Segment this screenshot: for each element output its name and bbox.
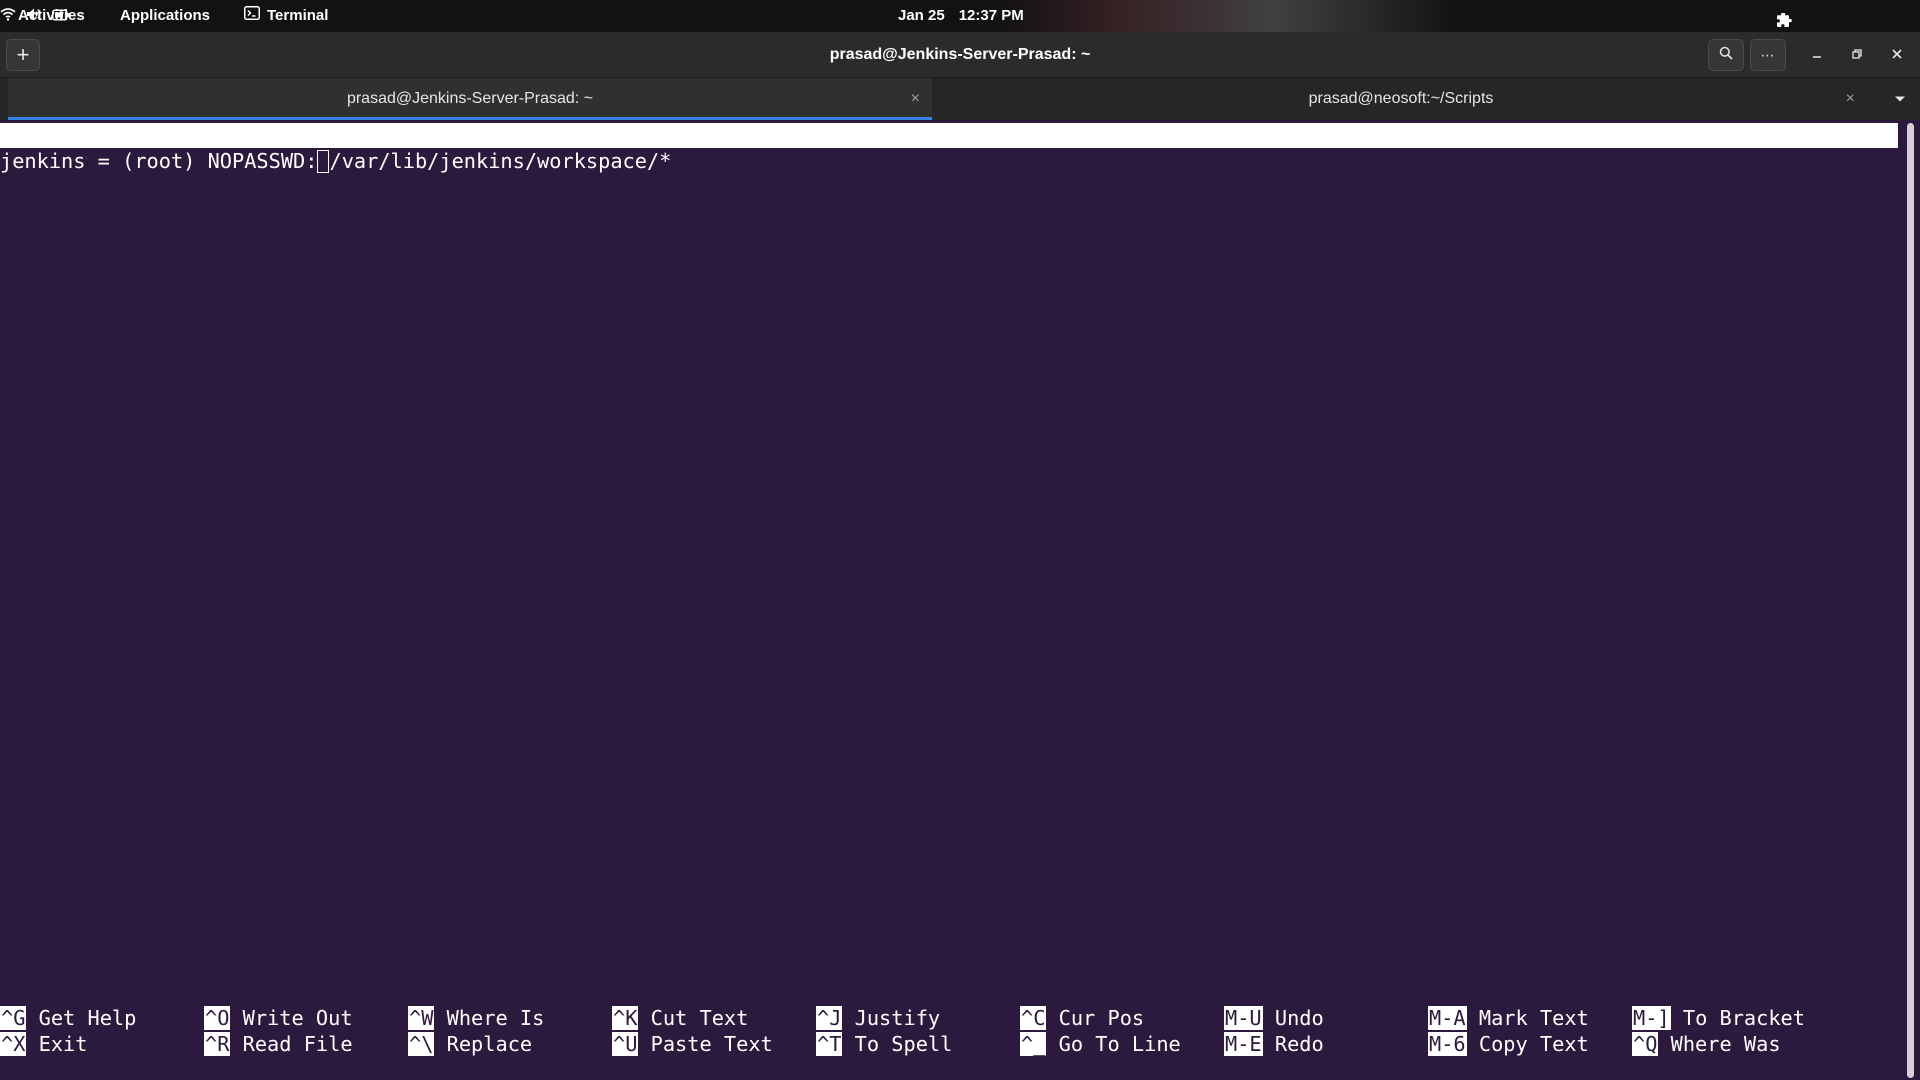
minimize-icon (1812, 46, 1822, 64)
terminal-area[interactable]: /etc/sudoers.d/jenkinsSample.tmp GNU nan… (0, 120, 1920, 1080)
shortcut-key: ^\ (408, 1032, 435, 1056)
extension-icon[interactable] (1776, 8, 1792, 27)
shortcut-key: ^G (0, 1006, 27, 1030)
shortcut-key: ^C (1020, 1006, 1047, 1030)
tab-close-icon[interactable]: × (911, 78, 920, 120)
terminal-scrollbar[interactable] (1907, 123, 1914, 1078)
shortcut-key: ^Q (1632, 1032, 1659, 1056)
nano-shortcut: ^O Write Out (204, 1005, 353, 1031)
shortcut-label: Replace (446, 1032, 533, 1056)
shortcut-label: Write Out (242, 1006, 353, 1030)
terminal-app-label: Terminal (267, 7, 329, 24)
shortcut-label: Justify (854, 1006, 941, 1030)
shortcut-label: To Bracket (1682, 1006, 1805, 1030)
close-window-button[interactable] (1887, 45, 1907, 65)
nano-shortcut: M-E Redo (1224, 1031, 1324, 1057)
nano-title-bar: /etc/sudoers.d/jenkinsSample.tmp GNU nan… (0, 123, 1898, 222)
shortcut-key: M-6 (1428, 1032, 1467, 1056)
nano-shortcut: ^Q Where Was (1632, 1031, 1781, 1057)
clock[interactable]: Jan 25 12:37 PM (898, 0, 1024, 32)
nano-shortcut: ^C Cur Pos (1020, 1005, 1144, 1031)
hamburger-menu-button[interactable]: ⋯ (1750, 39, 1786, 71)
nano-shortcut: ^\ Replace (408, 1031, 532, 1057)
tab-label: prasad@neosoft:~/Scripts (1308, 90, 1494, 107)
shortcut-key: ^W (408, 1006, 435, 1030)
editor-line[interactable]: jenkins = (root) NOPASSWD: /var/lib/jenki… (0, 148, 671, 174)
text-cursor (317, 150, 330, 173)
shortcut-label: Go To Line (1058, 1032, 1181, 1056)
shortcut-label: Copy Text (1478, 1032, 1589, 1056)
shortcut-key: M-E (1224, 1032, 1263, 1056)
nano-modified-status: Modified (1776, 198, 1874, 222)
nano-shortcut: ^U Paste Text (612, 1031, 773, 1057)
terminal-header-bar: + prasad@Jenkins-Server-Prasad: ~ ⋯ (0, 32, 1920, 78)
shortcut-key: ^O (204, 1006, 231, 1030)
shortcut-label: Undo (1274, 1006, 1324, 1030)
nano-shortcut: ^K Cut Text (612, 1005, 748, 1031)
gnome-top-bar: Activities Applications Terminal Jan 25 1… (0, 0, 1920, 32)
shortcut-label: Mark Text (1478, 1006, 1589, 1030)
nano-version: GNU nano 4.8 (24, 173, 171, 197)
nano-shortcut: M-6 Copy Text (1428, 1031, 1589, 1057)
shortcut-label: To Spell (854, 1032, 953, 1056)
shortcut-label: Redo (1274, 1032, 1324, 1056)
minimize-button[interactable] (1807, 45, 1827, 65)
search-icon (1719, 46, 1733, 65)
shortcut-key: ^J (816, 1006, 843, 1030)
shortcut-label: Paste Text (650, 1032, 773, 1056)
shortcut-key: ^_ (1020, 1032, 1047, 1056)
tab-neosoft-scripts[interactable]: prasad@neosoft:~/Scripts × (935, 78, 1867, 120)
tab-label: prasad@Jenkins-Server-Prasad: ~ (346, 90, 594, 107)
shortcut-key: ^X (0, 1032, 27, 1056)
shortcut-label: Cur Pos (1058, 1006, 1145, 1030)
line-text-before-cursor: jenkins = (root) NOPASSWD: (0, 149, 318, 173)
nano-shortcut: M-] To Bracket (1632, 1005, 1805, 1031)
activities-button[interactable]: Activities (18, 0, 85, 32)
shortcut-label: Where Is (446, 1006, 545, 1030)
applications-menu[interactable]: Applications (120, 0, 210, 32)
nano-shortcut: ^J Justify (816, 1005, 940, 1031)
tab-bar: prasad@Jenkins-Server-Prasad: ~ × prasad… (0, 78, 1920, 120)
nano-shortcut: ^_ Go To Line (1020, 1031, 1181, 1057)
shortcut-key: ^K (612, 1006, 639, 1030)
tab-close-icon[interactable]: × (1846, 78, 1855, 120)
shortcut-label: Where Was (1670, 1032, 1781, 1056)
tab-jenkins-server[interactable]: prasad@Jenkins-Server-Prasad: ~ × (8, 78, 932, 120)
shortcut-label: Get Help (38, 1006, 137, 1030)
shortcut-label: Read File (242, 1032, 353, 1056)
shortcut-key: M-U (1224, 1006, 1263, 1030)
shortcut-key: ^T (816, 1032, 843, 1056)
close-icon (1892, 46, 1902, 64)
terminal-icon (244, 0, 260, 32)
terminal-app-menu[interactable]: Terminal (244, 0, 328, 32)
restore-icon (1852, 46, 1862, 64)
line-text-after-cursor: /var/lib/jenkins/workspace/* (329, 149, 672, 173)
more-options-icon: ⋯ (1760, 46, 1776, 63)
shortcut-key: M-A (1428, 1006, 1467, 1030)
tab-list-dropdown[interactable] (1890, 78, 1910, 120)
chevron-down-icon (1894, 90, 1906, 108)
nano-shortcut: M-U Undo (1224, 1005, 1324, 1031)
clock-date: Jan 25 (898, 7, 945, 24)
shortcut-key: ^U (612, 1032, 639, 1056)
shortcut-label: Exit (38, 1032, 88, 1056)
nano-shortcut: ^T To Spell (816, 1031, 952, 1057)
nano-shortcut: ^R Read File (204, 1031, 353, 1057)
topbar-background-glow (1000, 0, 1460, 32)
wifi-icon (0, 7, 16, 25)
clock-time: 12:37 PM (958, 7, 1024, 24)
shortcut-key: ^R (204, 1032, 231, 1056)
maximize-button[interactable] (1847, 45, 1867, 65)
nano-shortcut: ^G Get Help (0, 1005, 136, 1031)
nano-shortcut: ^W Where Is (408, 1005, 544, 1031)
new-tab-button[interactable]: + (6, 39, 40, 71)
nano-shortcut: M-A Mark Text (1428, 1005, 1589, 1031)
search-button[interactable] (1708, 39, 1744, 71)
window-title: prasad@Jenkins-Server-Prasad: ~ (829, 46, 1091, 63)
nano-shortcut: ^X Exit (0, 1031, 87, 1057)
shortcut-key: M-] (1632, 1006, 1671, 1030)
shortcut-label: Cut Text (650, 1006, 749, 1030)
